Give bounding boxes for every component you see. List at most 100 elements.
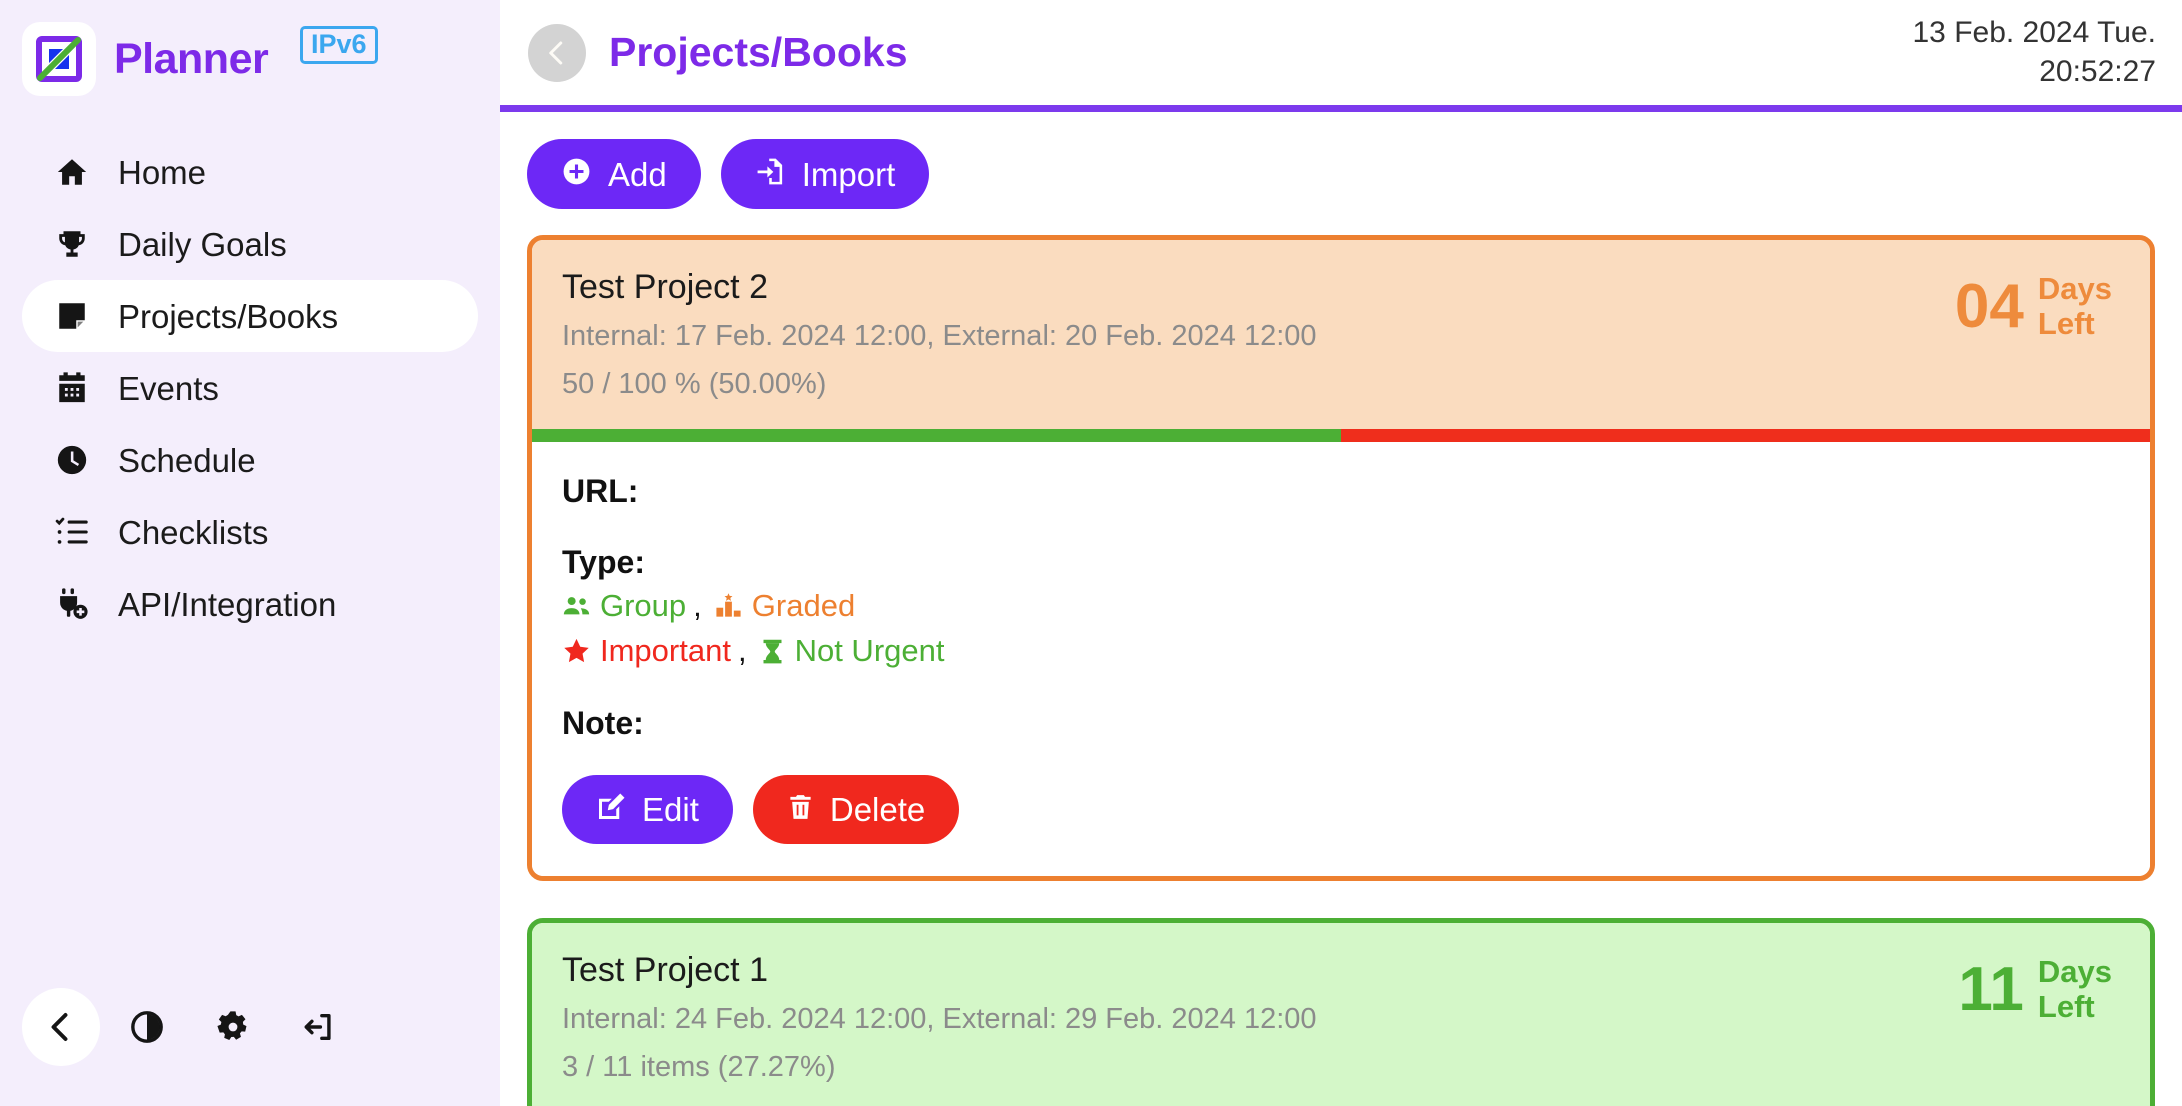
checklist-icon	[52, 515, 92, 549]
sidebar-item-home[interactable]: Home	[22, 136, 478, 208]
content-area: Add Import Test Project 2 Internal: 17 F…	[500, 112, 2182, 1106]
days-left-label: Days Left	[2037, 271, 2112, 341]
project-title: Test Project 2	[562, 268, 768, 306]
add-button[interactable]: Add	[527, 139, 701, 209]
days-left-label: Days Left	[2037, 954, 2112, 1024]
days-left-counter: 04 Days Left	[1955, 266, 2120, 341]
contrast-icon	[131, 1011, 163, 1043]
import-button-label: Import	[801, 155, 896, 193]
pencil-square-icon	[596, 792, 626, 827]
chevron-left-icon	[549, 41, 563, 64]
sidebar-item-daily-goals[interactable]: Daily Goals	[22, 208, 478, 280]
clock-icon	[52, 443, 92, 477]
file-import-icon	[755, 156, 786, 192]
sidebar-item-label: Home	[118, 153, 207, 191]
tag-group: Group	[562, 584, 686, 629]
calendar-icon	[52, 371, 92, 405]
project-card-body: URL: Type: Group , Graded Important , No…	[532, 441, 2150, 877]
gear-icon	[217, 1011, 247, 1041]
project-title: Test Project 1	[562, 951, 768, 990]
chevron-left-icon	[51, 1013, 68, 1041]
project-card-header: Test Project 2 Internal: 17 Feb. 2024 12…	[532, 240, 2150, 429]
days-left-number: 11	[1958, 954, 2024, 1024]
import-button[interactable]: Import	[720, 139, 930, 209]
days-left-number: 04	[1954, 271, 2024, 341]
sidebar-item-label: Schedule	[118, 441, 256, 479]
sidebar-item-projects-books[interactable]: Projects/Books	[22, 280, 478, 352]
progress-bar	[532, 428, 2150, 442]
star-icon	[562, 637, 591, 666]
trophy-icon	[52, 227, 92, 261]
collapse-sidebar-button[interactable]	[22, 988, 100, 1066]
project-dates: Internal: 17 Feb. 2024 12:00, External: …	[562, 319, 1317, 352]
project-info: Test Project 1 Internal: 24 Feb. 2024 12…	[562, 949, 1958, 1088]
project-progress-text: 50 / 100 % (50.00%)	[562, 367, 827, 400]
edit-button-label: Edit	[642, 791, 699, 829]
sidebar-item-label: Daily Goals	[118, 225, 287, 263]
project-card-header: Test Project 1 Internal: 24 Feb. 2024 12…	[532, 923, 2150, 1106]
tag-graded: Graded	[714, 584, 855, 629]
home-icon	[52, 155, 92, 189]
tag-label: Important	[600, 632, 731, 668]
url-label: URL:	[562, 472, 639, 509]
sidebar-item-api-integration[interactable]: API/Integration	[22, 568, 478, 640]
sidebar: Planner IPv6 Home Daily Goals Projects/B…	[0, 0, 500, 1106]
type-tags-row-1: Group , Graded	[562, 584, 2120, 629]
logout-icon	[304, 1013, 331, 1041]
delete-button[interactable]: Delete	[752, 775, 960, 845]
project-progress-text: 3 / 11 items (27.27%)	[562, 1050, 836, 1083]
sidebar-item-label: Projects/Books	[118, 297, 339, 335]
group-people-icon	[562, 592, 591, 621]
main-area: Projects/Books 13 Feb. 2024 Tue. 20:52:2…	[500, 0, 2182, 1106]
card-actions: Edit Delete	[562, 775, 2120, 845]
project-card[interactable]: Test Project 2 Internal: 17 Feb. 2024 12…	[527, 235, 2155, 882]
logout-button[interactable]	[280, 988, 358, 1066]
trash-icon	[787, 792, 814, 827]
toolbar: Add Import	[527, 139, 2155, 209]
clock-date: 13 Feb. 2024 Tue.	[1912, 16, 2156, 50]
tag-label: Not Urgent	[794, 632, 945, 668]
type-label: Type:	[562, 543, 645, 580]
sidebar-item-label: Checklists	[118, 513, 269, 551]
back-button[interactable]	[528, 23, 586, 82]
plus-circle-icon	[561, 156, 592, 192]
ipv6-badge: IPv6	[300, 26, 378, 65]
planner-logo-icon	[22, 22, 96, 96]
note-label: Note:	[562, 704, 644, 741]
clock-time: 20:52:27	[2039, 54, 2156, 88]
edit-button[interactable]: Edit	[562, 775, 733, 845]
sidebar-footer	[0, 988, 500, 1106]
sidebar-item-events[interactable]: Events	[22, 352, 478, 424]
tag-label: Graded	[751, 587, 856, 623]
plug-plus-icon	[52, 587, 92, 621]
bar-chart-star-icon	[714, 592, 743, 621]
note-icon	[52, 299, 92, 333]
progress-bar-done	[532, 428, 1341, 442]
tag-important: Important	[562, 629, 731, 674]
theme-toggle-button[interactable]	[108, 988, 186, 1066]
planner-app: Planner IPv6 Home Daily Goals Projects/B…	[0, 0, 2182, 1106]
sidebar-nav: Home Daily Goals Projects/Books Events S…	[0, 136, 500, 640]
hourglass-icon	[759, 637, 786, 666]
tag-label: Group	[600, 587, 687, 623]
clock: 13 Feb. 2024 Tue. 20:52:27	[1912, 14, 2156, 91]
sidebar-item-label: API/Integration	[118, 585, 337, 623]
delete-button-label: Delete	[829, 791, 926, 829]
tag-separator: ,	[693, 587, 702, 623]
tag-separator: ,	[737, 632, 747, 668]
project-dates: Internal: 24 Feb. 2024 12:00, External: …	[562, 1002, 1317, 1035]
sidebar-item-schedule[interactable]: Schedule	[22, 424, 478, 496]
page-title: Projects/Books	[609, 29, 908, 75]
days-left-counter: 11 Days Left	[1958, 949, 2120, 1024]
add-button-label: Add	[608, 155, 667, 193]
project-card[interactable]: Test Project 1 Internal: 24 Feb. 2024 12…	[527, 918, 2155, 1106]
settings-button[interactable]	[194, 988, 272, 1066]
type-tags-row-2: Important , Not Urgent	[562, 629, 2120, 674]
brand-name: Planner	[114, 34, 269, 83]
project-info: Test Project 2 Internal: 17 Feb. 2024 12…	[562, 266, 1955, 405]
brand: Planner IPv6	[0, 0, 500, 106]
sidebar-item-checklists[interactable]: Checklists	[22, 496, 478, 568]
sidebar-item-label: Events	[118, 369, 219, 407]
